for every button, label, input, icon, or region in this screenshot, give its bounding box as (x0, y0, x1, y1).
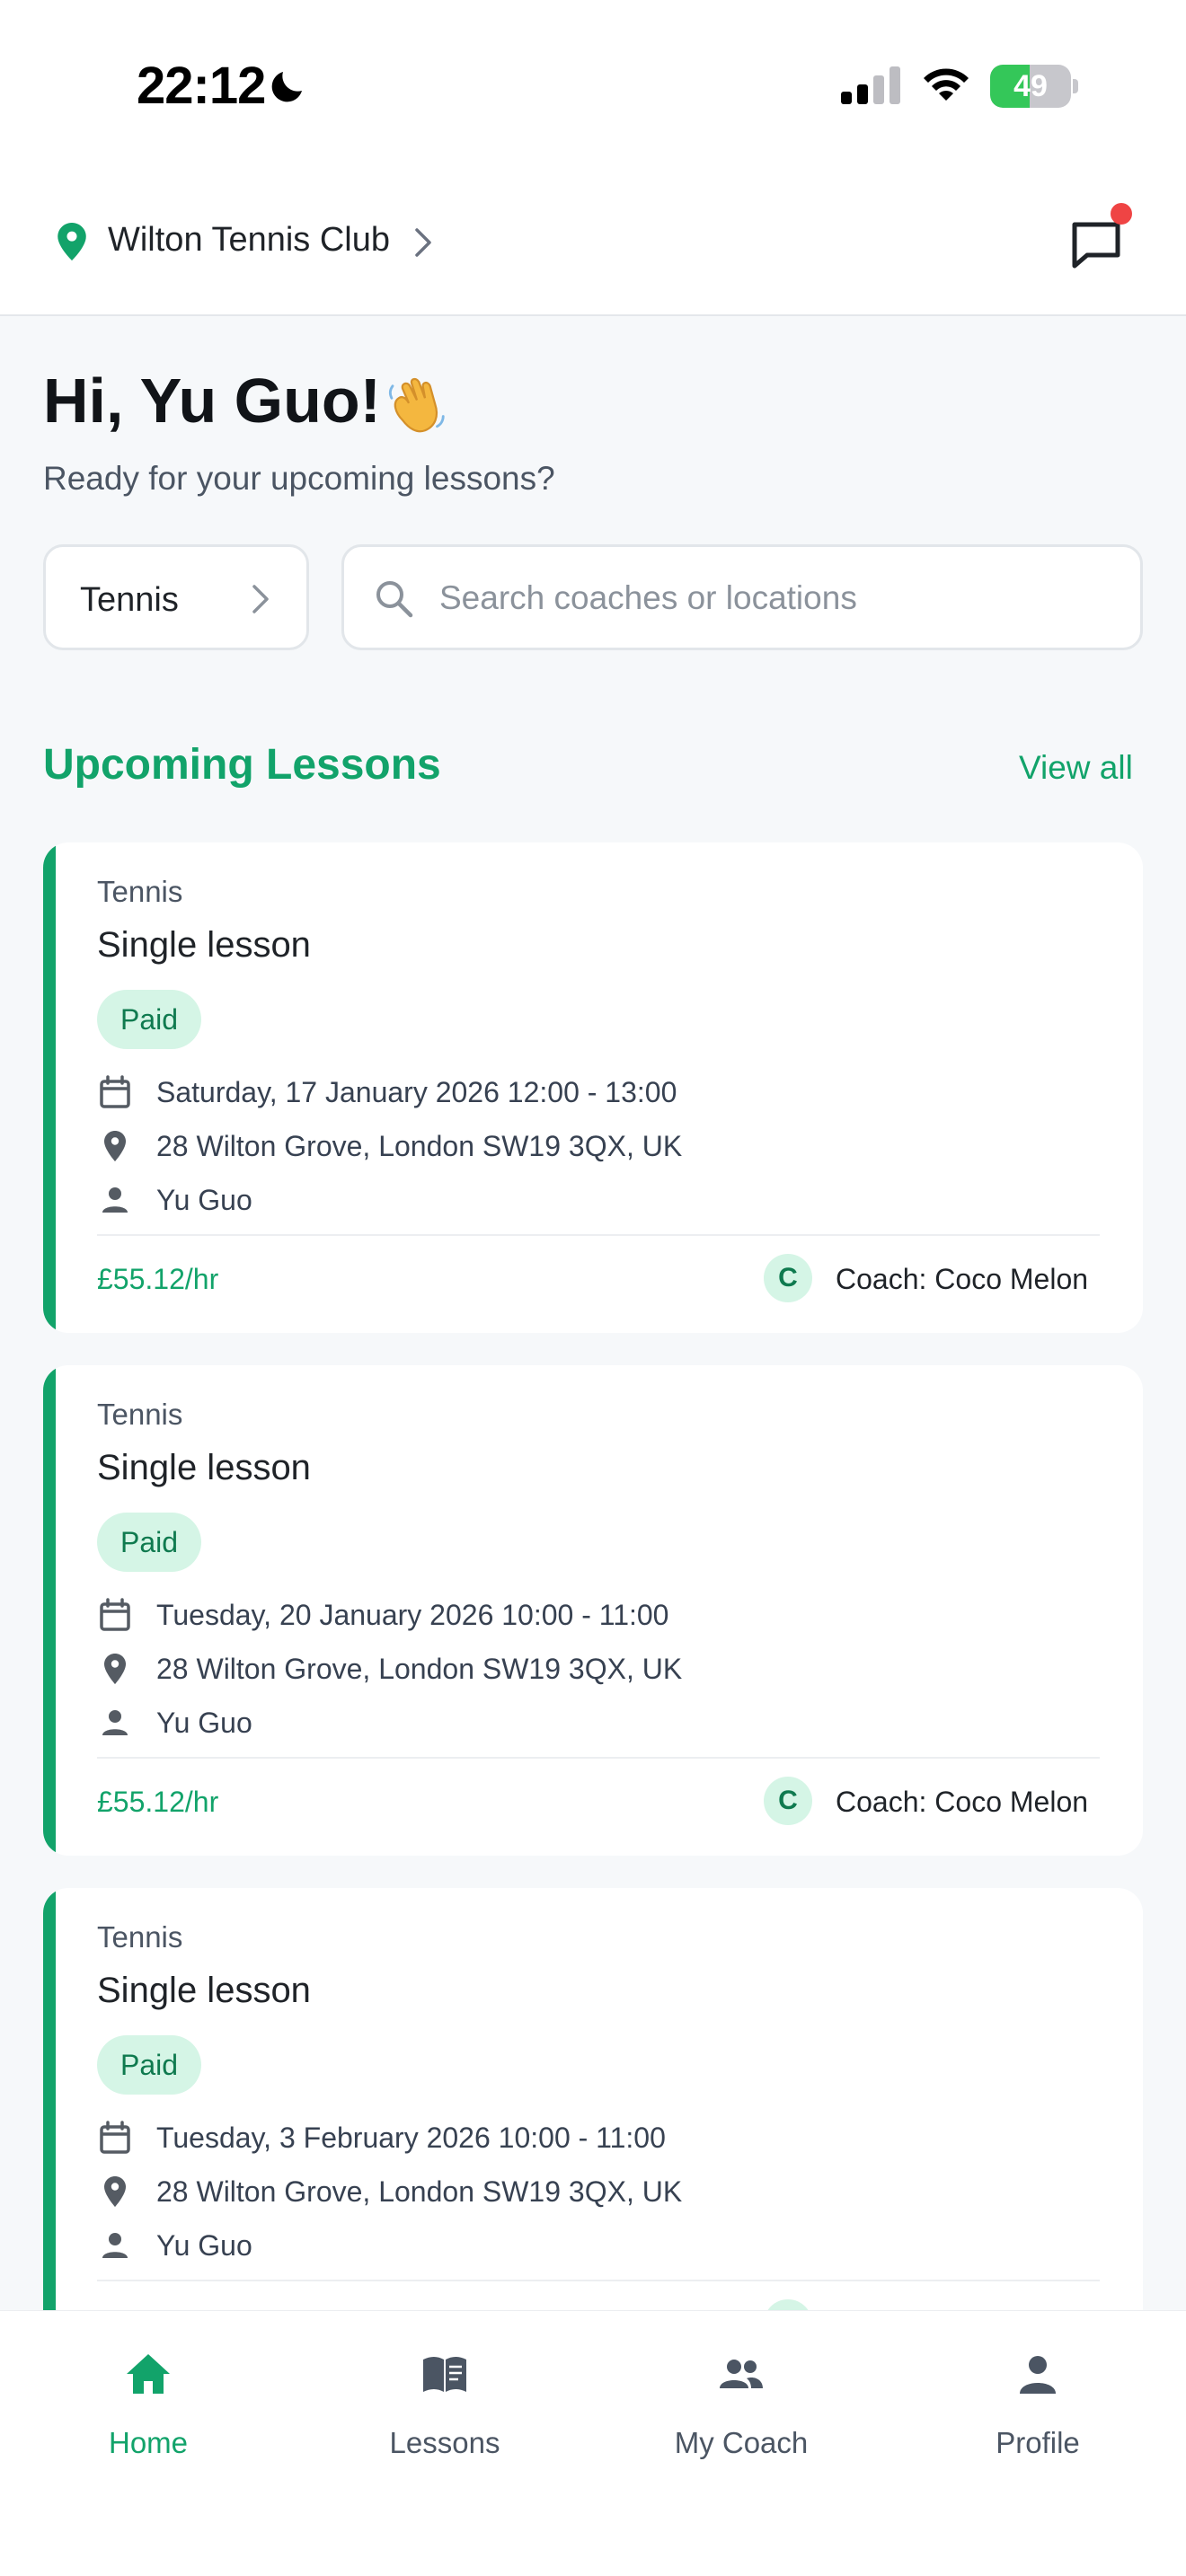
coach-name: Coach: Coco Melon (836, 1786, 1089, 1818)
lesson-sport: Tennis (97, 1920, 183, 1954)
calendar-icon (100, 1075, 130, 1108)
greeting-subtitle: Ready for your upcoming lessons? (43, 460, 555, 497)
app-header: Wilton Tennis Club (0, 171, 1186, 316)
sport-filter-dropdown[interactable]: Tennis (43, 544, 309, 650)
lesson-price: £55.12/hr (97, 1786, 219, 1818)
lesson-student: Yu Guo (156, 2229, 252, 2262)
battery-percent: 49 (1013, 69, 1048, 103)
calendar-icon (100, 2121, 130, 2154)
card-divider (97, 1234, 1100, 1236)
nav-label-my-coach: My Coach (674, 2426, 809, 2459)
card-accent-bar (43, 1365, 56, 1856)
payment-status-badge: Paid (97, 1513, 202, 1572)
location-pin-icon (104, 1131, 126, 1161)
search-input[interactable] (439, 572, 1104, 624)
view-all-link[interactable]: View all (1019, 749, 1133, 787)
search-bar[interactable] (341, 544, 1143, 650)
lesson-location: 28 Wilton Grove, London SW19 3QX, UK (156, 1653, 683, 1685)
wifi-icon (924, 68, 969, 101)
chevron-right-icon (252, 585, 269, 613)
lesson-price: £55.12/hr (97, 1263, 219, 1295)
location-pin-icon (104, 2176, 126, 2207)
lesson-location: 28 Wilton Grove, London SW19 3QX, UK (156, 2175, 683, 2208)
nav-item-home[interactable]: Home (0, 2311, 296, 2491)
search-icon (376, 581, 413, 618)
location-pin-icon (104, 1654, 126, 1684)
card-accent-bar (43, 842, 56, 1333)
lesson-card[interactable]: Tennis Single lesson Paid Tuesday, 20 Ja… (43, 1365, 1143, 1856)
lesson-title: Single lesson (97, 1971, 311, 2010)
coach-avatar: C (764, 1777, 812, 1825)
nav-item-profile[interactable]: Profile (890, 2311, 1186, 2491)
card-accent-bar (43, 1888, 56, 2378)
location-pin-icon (58, 223, 86, 260)
lesson-student: Yu Guo (156, 1707, 252, 1739)
lesson-title: Single lesson (97, 1448, 311, 1487)
moon-icon (271, 72, 302, 102)
person-icon (102, 1710, 128, 1735)
lesson-student: Yu Guo (156, 1184, 252, 1216)
coach-avatar: C (764, 1254, 812, 1302)
nav-item-lessons[interactable]: Lessons (296, 2311, 593, 2491)
person-icon (102, 1187, 128, 1213)
lesson-location: 28 Wilton Grove, London SW19 3QX, UK (156, 1130, 683, 1162)
payment-status-badge: Paid (97, 2035, 202, 2095)
battery-indicator: 49 (990, 65, 1080, 108)
lesson-sport: Tennis (97, 1398, 183, 1431)
notification-dot (1111, 203, 1132, 225)
lesson-datetime: Saturday, 17 January 2026 12:00 - 13:00 (156, 1076, 677, 1108)
waving-hand-icon (388, 377, 445, 433)
calendar-icon (100, 1598, 130, 1631)
cellular-signal-icon (841, 66, 900, 104)
card-divider (97, 1757, 1100, 1759)
coach-name: Coach: Coco Melon (836, 1263, 1089, 1295)
lesson-sport: Tennis (97, 875, 183, 908)
book-icon (423, 2357, 466, 2392)
status-time: 22:12 (137, 57, 266, 115)
status-bar: 22:12 49 (0, 0, 1186, 171)
nav-label-home: Home (108, 2426, 189, 2459)
person-icon (1020, 2356, 1056, 2394)
club-selector[interactable]: Wilton Tennis Club (108, 221, 390, 260)
lesson-datetime: Tuesday, 20 January 2026 10:00 - 11:00 (156, 1599, 669, 1631)
lesson-card[interactable]: Tennis Single lesson Paid Saturday, 17 J… (43, 842, 1143, 1333)
person-icon (102, 2233, 128, 2258)
nav-label-lessons: Lessons (389, 2426, 500, 2459)
card-divider (97, 2280, 1100, 2281)
nav-label-profile: Profile (996, 2426, 1080, 2459)
chevron-right-icon[interactable] (412, 226, 435, 259)
app-screen: 22:12 49 Wilton Tennis Club Hi, Yu Guo! … (0, 0, 1186, 2576)
payment-status-badge: Paid (97, 990, 202, 1049)
lesson-datetime: Tuesday, 3 February 2026 10:00 - 11:00 (156, 2122, 666, 2154)
sport-filter-value: Tennis (80, 581, 179, 619)
bottom-navigation: Home Lessons My Coach Profile (0, 2310, 1186, 2576)
lesson-title: Single lesson (97, 925, 311, 965)
section-title: Upcoming Lessons (43, 741, 441, 789)
people-icon (720, 2360, 763, 2388)
lesson-card[interactable]: Tennis Single lesson Paid Tuesday, 3 Feb… (43, 1888, 1143, 2378)
nav-item-my-coach[interactable]: My Coach (593, 2311, 890, 2491)
greeting-title: Hi, Yu Guo! (43, 366, 381, 436)
home-icon (127, 2354, 170, 2394)
